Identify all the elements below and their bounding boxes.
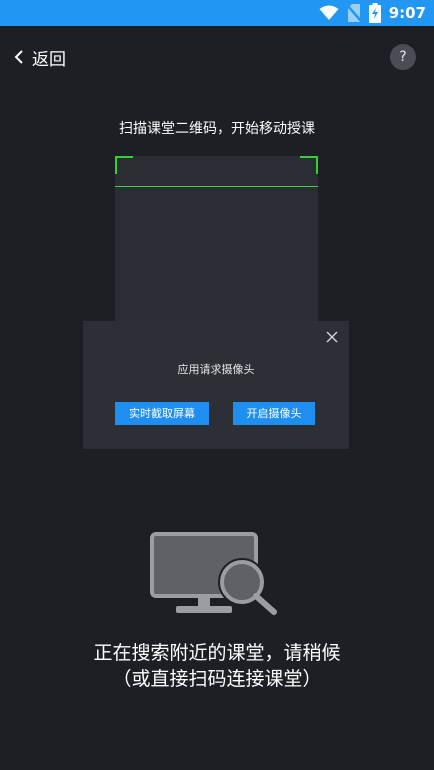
scan-line (115, 186, 318, 187)
chevron-left-icon (14, 50, 23, 64)
close-icon[interactable] (325, 330, 339, 344)
status-bar: 9:07 (0, 0, 434, 26)
scan-hint-text: （或直接扫码连接课堂） (112, 668, 322, 690)
viewfinder-corner-top-right (300, 156, 318, 174)
camera-permission-dialog: 应用请求摄像头 实时截取屏幕 开启摄像头 (83, 321, 349, 449)
searching-status-text: 正在搜索附近的课堂，请稍候 (93, 642, 341, 664)
back-button[interactable]: 返回 (14, 44, 66, 70)
monitor-search-icon (150, 532, 277, 615)
help-button[interactable]: ? (390, 44, 416, 70)
scanner-viewfinder (115, 156, 318, 336)
screen-capture-button[interactable]: 实时截取屏幕 (115, 402, 209, 425)
viewfinder-corner-top-left (115, 156, 133, 174)
open-camera-button[interactable]: 开启摄像头 (233, 402, 315, 425)
no-sim-icon (346, 4, 361, 22)
wifi-icon (319, 5, 339, 20)
battery-charging-icon (368, 3, 381, 23)
scan-instruction: 扫描课堂二维码，开始移动授课 (119, 121, 315, 137)
status-time: 9:07 (388, 4, 426, 22)
dialog-message: 应用请求摄像头 (177, 363, 255, 376)
back-label: 返回 (32, 49, 66, 70)
